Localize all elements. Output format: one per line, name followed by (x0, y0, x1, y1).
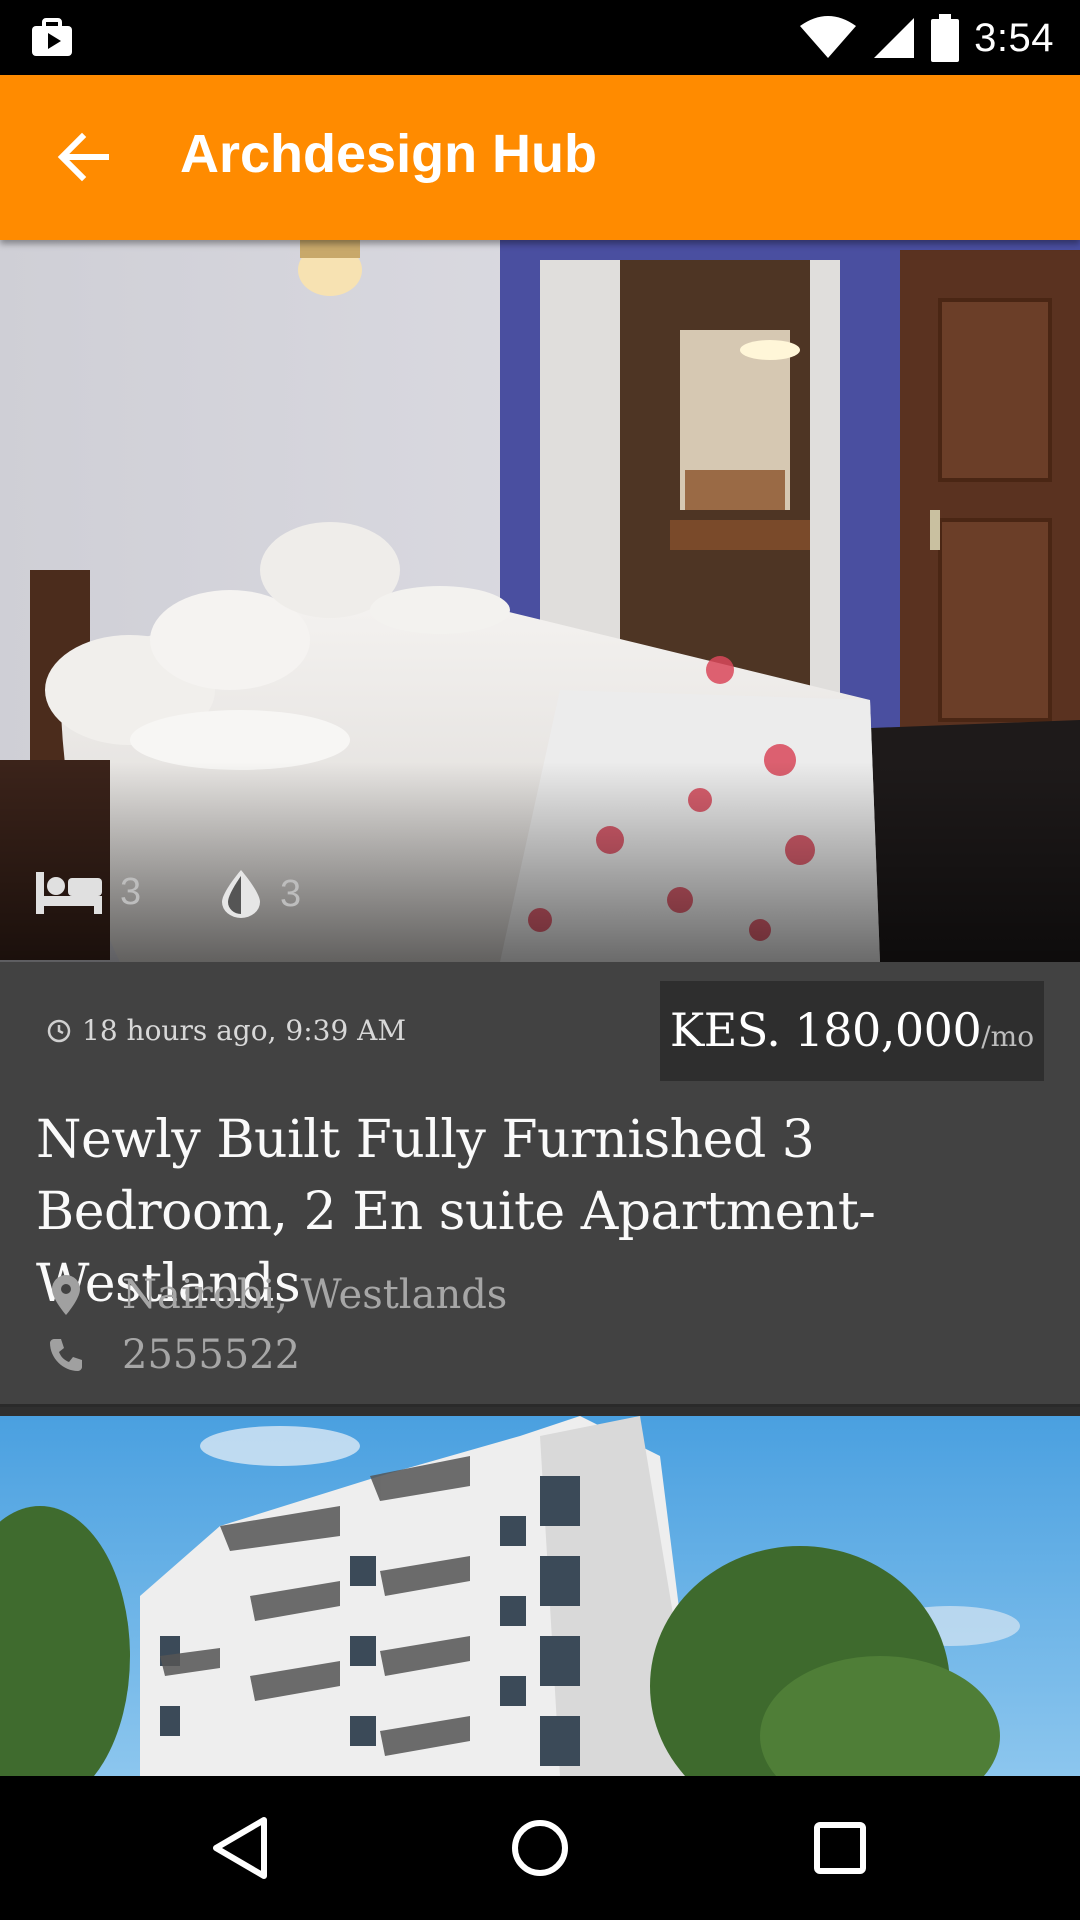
location-text: Nairobi, Westlands (122, 1272, 508, 1318)
price-period: /mo (981, 1020, 1035, 1053)
bedrooms-feature: 3 (34, 868, 141, 916)
home-circle-icon (512, 1820, 568, 1876)
nav-home-button[interactable] (498, 1806, 582, 1890)
wifi-icon (800, 16, 857, 58)
image-gradient-overlay (0, 762, 1080, 962)
location-row: Nairobi, Westlands (46, 1272, 507, 1318)
listing-image[interactable] (0, 240, 1080, 962)
listing-image-2[interactable] (0, 1416, 1080, 1776)
posted-time-text: 18 hours ago, 9:39 AM (82, 1014, 407, 1047)
phone-text: 2555522 (122, 1332, 301, 1378)
clock-icon (47, 1019, 71, 1042)
posted-time: 18 hours ago, 9:39 AM (46, 1014, 406, 1047)
price: KES. 180,000 (669, 1003, 982, 1057)
phone-icon (50, 1339, 82, 1371)
battery-icon (931, 14, 960, 62)
bedrooms-count: 3 (120, 870, 142, 913)
recents-square-icon (814, 1822, 866, 1874)
water-drop-icon (222, 870, 260, 918)
app-bar: Archdesign Hub (0, 75, 1080, 240)
back-button[interactable] (40, 115, 124, 199)
apartment-building-photo (0, 1416, 1080, 1776)
status-icons: 3:54 (798, 10, 1054, 66)
briefcase-play-icon (32, 18, 72, 56)
location-pin-icon (52, 1275, 80, 1315)
nav-bar (0, 1776, 1080, 1920)
app-title: Archdesign Hub (180, 124, 598, 184)
listing-card[interactable]: 18 hours ago, 9:39 AM KES. 180,000 /mo N… (0, 962, 1080, 1407)
status-time: 3:54 (974, 15, 1054, 60)
status-bar: 3:54 (0, 0, 1080, 75)
nav-back-button[interactable] (198, 1806, 282, 1890)
bathrooms-count: 3 (280, 872, 302, 915)
nav-recents-button[interactable] (798, 1806, 882, 1890)
bed-icon (36, 872, 102, 914)
phone-row[interactable]: 2555522 (46, 1332, 300, 1378)
screen: 3:54 Archdesign Hub 3 3 18 hours ago, 9:… (0, 0, 1080, 1920)
arrow-back-icon (57, 132, 109, 182)
price-badge: KES. 180,000 /mo (660, 981, 1044, 1081)
back-triangle-icon (213, 1817, 267, 1879)
cell-signal-icon (874, 18, 915, 58)
bathrooms-feature: 3 (218, 868, 301, 920)
